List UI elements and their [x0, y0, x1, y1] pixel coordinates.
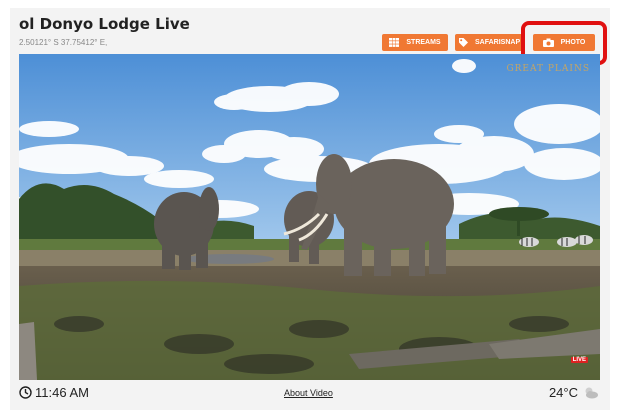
video-footer: 11:46 AM About Video 24°C [19, 383, 600, 405]
safarisnap-label: SAFARISNAP [475, 39, 521, 46]
streams-button[interactable]: STREAMS [382, 34, 448, 51]
page-title: ol Donyo Lodge Live [19, 15, 190, 33]
local-time: 11:46 AM [19, 385, 89, 400]
location-coordinates: 2.50121° S 37.75412° E, [19, 38, 108, 47]
streams-label: STREAMS [406, 39, 441, 46]
live-video-player[interactable]: GREAT PLAINS LIVE [19, 54, 600, 380]
grid-icon [389, 38, 400, 47]
safarisnap-button[interactable]: SAFARISNAP [455, 34, 525, 51]
video-frame [19, 54, 600, 380]
about-video-link[interactable]: About Video [284, 388, 333, 398]
live-badge: LIVE [570, 357, 588, 363]
time-text: 11:46 AM [35, 385, 89, 400]
great-plains-watermark: GREAT PLAINS [506, 64, 590, 74]
weather-display: 24°C [549, 385, 600, 400]
partly-cloudy-icon [585, 387, 598, 399]
tag-icon [459, 38, 468, 47]
temperature-text: 24°C [548, 385, 578, 400]
clock-icon [19, 386, 32, 399]
